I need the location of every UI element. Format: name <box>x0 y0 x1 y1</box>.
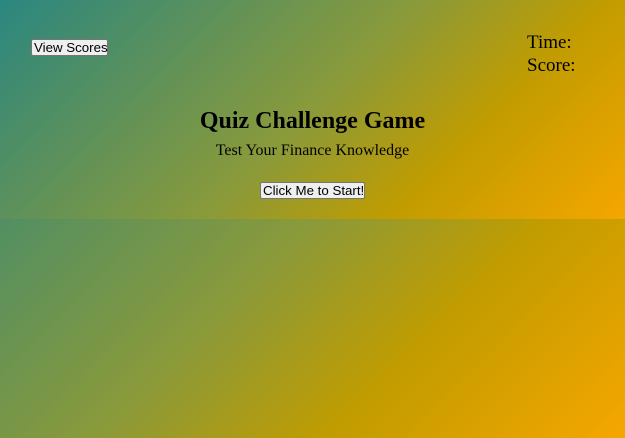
view-scores-button[interactable]: View Scores <box>31 39 108 56</box>
game-stats: Time: Score: <box>527 31 576 77</box>
score-label: Score: <box>527 55 576 76</box>
start-button[interactable]: Click Me to Start! <box>260 182 365 199</box>
header-panel: View Scores Time: Score: Quiz Challenge … <box>0 0 625 219</box>
time-label: Time: <box>527 32 572 53</box>
page-subtitle: Test Your Finance Knowledge <box>215 142 410 159</box>
page-title: Quiz Challenge Game <box>199 108 426 134</box>
